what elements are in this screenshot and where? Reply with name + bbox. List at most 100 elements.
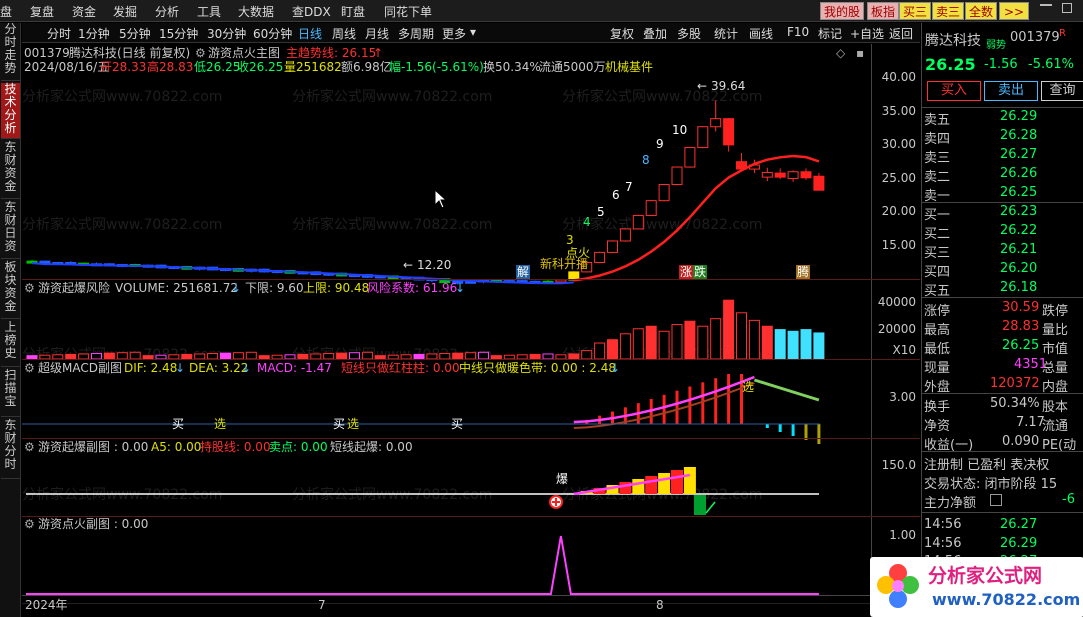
divider — [922, 202, 1083, 203]
period-15min[interactable]: 15分钟 — [159, 25, 198, 42]
macd-bar — [778, 424, 782, 432]
menu-item[interactable]: 复盘 — [30, 3, 54, 20]
period-30min[interactable]: 30分钟 — [207, 25, 246, 42]
tab-technical-analysis[interactable]: 技术分析 — [1, 83, 20, 139]
more-menu-button[interactable]: >> — [999, 2, 1029, 20]
qibao-bar — [671, 470, 683, 494]
buy-three-button[interactable]: 买三 — [899, 2, 932, 20]
menu-item[interactable]: 资金 — [72, 3, 96, 20]
buy-button[interactable]: 买入 — [927, 81, 981, 101]
back-button[interactable]: 返回 — [889, 25, 913, 42]
restore-rights-button[interactable]: 复权 — [610, 25, 634, 42]
die-badge: 跌 — [693, 265, 708, 279]
draw-line-button[interactable]: 画线 — [749, 25, 773, 42]
menu-item[interactable]: 查DDX — [292, 3, 331, 20]
period-1min[interactable]: 1分钟 — [78, 25, 110, 42]
stat-value: 26.25 — [1002, 338, 1040, 353]
menu-item[interactable]: 同花下单 — [384, 3, 432, 20]
period-weekly[interactable]: 周线 — [332, 25, 356, 42]
candle-body — [555, 279, 567, 283]
stat-label: 换手 — [924, 400, 951, 415]
sell-tick — [705, 501, 716, 514]
flow-menu-icon[interactable] — [990, 494, 1002, 506]
settings-icon[interactable]: ⚙ — [24, 361, 35, 375]
volume-bar — [478, 351, 489, 360]
weak-tag: 弱势 — [986, 40, 1006, 51]
period-more[interactable]: 更多 — [442, 25, 466, 42]
quote-percent: -5.61% — [1028, 57, 1074, 72]
tab-capital-flow[interactable]: 东财资金 — [1, 141, 20, 199]
macd-indicator-name[interactable]: 超级MACD副图 — [38, 361, 122, 375]
my-stock-button[interactable]: 我的股 — [820, 2, 865, 20]
qibao-indicator-name[interactable]: 游资起爆副图 : 0.00 — [38, 440, 148, 454]
volume-bar — [245, 351, 257, 360]
candle-body — [710, 118, 722, 128]
query-button[interactable]: 查询 — [1041, 81, 1083, 101]
full-data-button[interactable]: 全数 — [965, 2, 998, 20]
multi-stock-button[interactable]: 多股 — [677, 25, 701, 42]
down-arrow-icon: ↓ — [231, 281, 242, 295]
menu-item[interactable]: 大数据 — [238, 3, 274, 20]
ask-price: 26.25 — [1000, 185, 1038, 200]
dianhuo-line — [26, 535, 819, 595]
restore-icon[interactable] — [1062, 3, 1072, 13]
tab-daily-capital[interactable]: 东财日资 — [1, 201, 20, 259]
ask-price: 26.29 — [1000, 109, 1038, 124]
settings-icon[interactable]: ⚙ — [24, 517, 35, 531]
tab-ranking-history[interactable]: 上榜史 — [1, 321, 20, 367]
menu-item[interactable]: 发掘 — [113, 3, 137, 20]
overlay-button[interactable]: 叠加 — [643, 25, 667, 42]
statistics-button[interactable]: 统计 — [714, 25, 738, 42]
tab-intraday-capital[interactable]: 东财分时 — [1, 419, 20, 479]
menu-item[interactable]: 盘 — [0, 3, 12, 20]
period-5min[interactable]: 5分钟 — [119, 25, 151, 42]
settings-icon[interactable]: ⚙ — [24, 281, 35, 295]
tick-time: 14:56 — [924, 536, 962, 551]
candle-body — [800, 171, 812, 179]
menu-item[interactable]: 工具 — [197, 3, 221, 20]
macd-mid-band: 中线只做暖色带: 0.00 : 2.48 — [459, 361, 616, 375]
wave-label-7: 7 — [625, 180, 633, 194]
quote-price: 26.25 — [925, 55, 976, 74]
chevron-down-icon[interactable]: ▾ — [470, 25, 476, 39]
qibao-bar — [683, 467, 696, 494]
macd-y-axis: 3.00 — [871, 360, 920, 438]
stat-label: 涨停 — [924, 304, 951, 319]
f10-button[interactable]: F10 — [787, 25, 809, 39]
settings-icon[interactable]: ⚙ — [24, 440, 35, 454]
divider — [922, 393, 1083, 394]
volume-bar — [361, 351, 373, 360]
tab-sector-capital[interactable]: 板块资金 — [1, 261, 20, 319]
period-monthly[interactable]: 月线 — [365, 25, 389, 42]
vol-lower: 下限: 9.60 — [245, 281, 304, 295]
divider — [922, 297, 1083, 298]
tab-intraday[interactable]: 分时走势 — [1, 23, 20, 81]
period-60min[interactable]: 60分钟 — [253, 25, 292, 42]
period-daily[interactable]: 日线 — [298, 25, 322, 42]
sell-three-button[interactable]: 卖三 — [932, 2, 965, 20]
period-toolbar: 分时 1分钟 5分钟 15分钟 30分钟 60分钟 日线 周线 月线 多周期 更… — [22, 23, 920, 43]
mark-button[interactable]: 标记 — [818, 25, 842, 42]
tab-scanner[interactable]: 扫描宝 — [1, 369, 20, 417]
chart-area[interactable] — [22, 44, 871, 604]
bid-label: 买四 — [924, 265, 951, 280]
sell-button[interactable]: 卖出 — [984, 81, 1038, 101]
mouse-cursor-icon — [434, 189, 448, 209]
add-favorite-button[interactable]: +自选 — [850, 25, 884, 42]
qibao-short-burst: 短线起爆: 0.00 — [330, 440, 413, 454]
volume-bar — [774, 329, 786, 360]
menu-item[interactable]: 分析 — [155, 3, 179, 20]
tick-price: 26.29 — [1000, 536, 1038, 551]
vol-indicator-name[interactable]: 游资起爆风险 — [38, 281, 110, 295]
macd-tail — [753, 378, 820, 402]
period-intraday[interactable]: 分时 — [47, 25, 71, 42]
dianhuo-indicator-name[interactable]: 游资点火副图 : 0.00 — [38, 517, 148, 531]
board-index-button[interactable]: 板指 — [867, 2, 900, 20]
minimize-icon[interactable] — [1040, 4, 1052, 6]
y-tick: 40.00 — [881, 70, 916, 84]
menu-item[interactable]: 盯盘 — [341, 3, 365, 20]
period-multi[interactable]: 多周期 — [398, 25, 434, 42]
panel-divider — [22, 279, 920, 280]
volume-bar — [723, 299, 735, 360]
ask-price: 26.28 — [1000, 128, 1038, 143]
